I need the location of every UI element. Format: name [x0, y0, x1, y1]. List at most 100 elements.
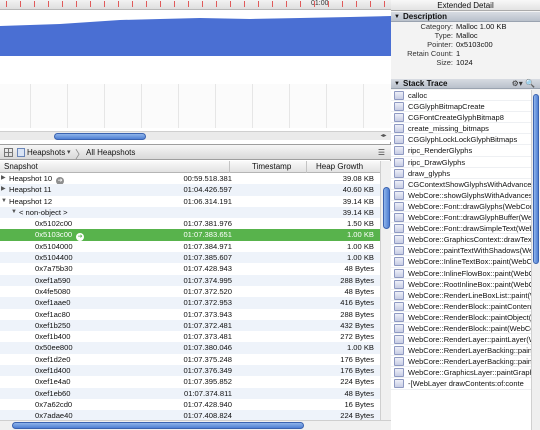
table-row[interactable]: 0x5104400 01:07.385.607 1.00 KB	[0, 252, 380, 264]
stack-frame[interactable]: WebCore::Font::drawGlyphs(WebCor	[391, 201, 531, 213]
timeline-horizontal-scrollbar[interactable]	[0, 131, 376, 140]
table-row[interactable]: 0xef1e4a0 01:07.395.852 224 Bytes	[0, 376, 380, 387]
stack-frame[interactable]: WebCore::RenderLayerBacking::paint	[391, 356, 531, 368]
table-row[interactable]: 0x7a75b30 01:07.428.943 48 Bytes	[0, 263, 380, 274]
table-hscroll-thumb[interactable]	[12, 422, 304, 429]
stack-frame-symbol: CGFontCreateGlyphBitmap8	[408, 113, 504, 123]
library-frame-icon	[394, 113, 404, 123]
allocation-graph[interactable]	[0, 10, 391, 56]
description-key: Retain Count:	[407, 49, 453, 58]
stack-frame[interactable]: CGGlyphLockLockGlyphBitmaps	[391, 134, 531, 146]
table-row[interactable]: 0xef1eb60 01:07.374.811 48 Bytes	[0, 387, 380, 399]
stack-trace-tools-icon[interactable]: ⚙▾ 🔍	[512, 79, 535, 89]
stack-frame[interactable]: WebCore::GraphicsLayer::paintGraph	[391, 367, 531, 379]
list-options-icon[interactable]: ☰	[378, 148, 385, 157]
table-row[interactable]: 0xef1a590 01:07.374.995 288 Bytes	[0, 274, 380, 286]
table-row[interactable]: 0xef1b250 01:07.372.481 432 Bytes	[0, 319, 380, 332]
stack-frame[interactable]: calloc	[391, 90, 531, 102]
stack-frame[interactable]: WebCore::RenderBlock::paint(WebCor	[391, 323, 531, 335]
stack-frame[interactable]: WebCore::RenderLineBoxList::paint(W	[391, 290, 531, 301]
stack-frame[interactable]: WebCore::paintTextWithShadows(We	[391, 245, 531, 257]
disclosure-triangle-icon[interactable]: ▼	[394, 12, 400, 22]
stack-frame[interactable]: ripc_RenderGlyphs	[391, 145, 531, 157]
stack-frame[interactable]: WebCore::RenderBlock::paintObject(	[391, 312, 531, 323]
timeline-track[interactable]: 01:00 ◂▸	[0, 0, 391, 142]
table-row[interactable]: 0xef1b400 01:07.373.481 272 Bytes	[0, 331, 380, 342]
stack-frame[interactable]: WebCore::showGlyphsWithAdvances	[391, 190, 531, 201]
table-row[interactable]: 0xef1d2e0 01:07.375.248 176 Bytes	[0, 354, 380, 365]
table-horizontal-scrollbar[interactable]	[0, 420, 391, 430]
time-ruler[interactable]: 01:00	[0, 0, 391, 10]
table-row[interactable]: 0x50ee800 01:07.380.046 1.00 KB	[0, 342, 380, 354]
row-snapshot-name: 0xef1e4a0	[35, 377, 71, 387]
stack-frame-symbol: create_missing_bitmaps	[408, 124, 489, 134]
stack-frame-symbol: WebCore::RenderLineBoxList::paint(W	[408, 290, 531, 300]
description-fields: Category: Malloc 1.00 KB Type: Malloc Pointe…	[391, 22, 540, 67]
stack-frame[interactable]: WebCore::RenderLayer::paintLayer(W	[391, 334, 531, 346]
stack-frame[interactable]: -[WebLayer drawContents:of:conte	[391, 378, 531, 390]
stack-frame[interactable]: WebCore::RenderLayerBacking::paint	[391, 345, 531, 357]
heapshot-table-body: ▶ Heapshot 10 ➜ 00:59.518.381 39.08 KB ▶ Heaps…	[0, 173, 380, 420]
stack-frame[interactable]: WebCore::GraphicsContext::drawText	[391, 234, 531, 246]
stack-frame[interactable]: WebCore::InlineFlowBox::paint(WebC	[391, 268, 531, 279]
table-row[interactable]: ▼ Heapshot 12 01:06.314.191 39.14 KB	[0, 196, 380, 207]
description-value: Malloc 1.00 KB	[456, 22, 507, 31]
column-header-snapshot[interactable]: Snapshot	[4, 162, 38, 171]
row-heap-growth: 432 Bytes	[340, 320, 374, 330]
table-row[interactable]: 0x7a62cd0 01:07.428.940 16 Bytes	[0, 399, 380, 410]
jumpbar-all-heapshots-item[interactable]: All Heapshots	[86, 148, 135, 157]
stack-frame[interactable]: CGContextShowGlyphsWithAdvances	[391, 179, 531, 190]
table-row[interactable]: 0x5102c00 01:07.381.976 1.50 KB	[0, 218, 380, 229]
column-header-heap-growth[interactable]: Heap Growth	[316, 162, 363, 171]
jumpbar-heapshots-item[interactable]: Heapshots	[27, 148, 65, 157]
table-row[interactable]: 0xef1aae0 01:07.372.953 416 Bytes	[0, 297, 380, 309]
table-row[interactable]: 0x7adae40 01:07.408.824 224 Bytes	[0, 410, 380, 420]
library-frame-icon	[394, 346, 404, 356]
column-divider[interactable]	[306, 161, 307, 173]
grid-view-icon[interactable]	[4, 148, 13, 157]
table-row[interactable]: ▼ < non-object > 39.14 KB	[0, 206, 380, 219]
disclosure-triangle-icon[interactable]: ▼	[11, 207, 17, 218]
stack-frame-symbol: WebCore::RenderLayerBacking::paint	[408, 346, 531, 356]
ruler-tick	[160, 1, 161, 7]
table-row[interactable]: ▶ Heapshot 11 01:04.426.597 40.60 KB	[0, 184, 380, 196]
stack-frame[interactable]: CGGlyphBitmapCreate	[391, 101, 531, 113]
timeline-scroll-thumb[interactable]	[54, 133, 146, 140]
column-header-timestamp[interactable]: Timestamp	[252, 162, 291, 171]
row-snapshot-name: Heapshot 12	[9, 196, 53, 206]
table-row[interactable]: ▶ Heapshot 10 ➜ 00:59.518.381 39.08 KB	[0, 173, 380, 185]
timeline-scroll-arrows[interactable]: ◂▸	[376, 131, 391, 140]
stack-frame[interactable]: WebCore::RenderBlock::paintContent	[391, 301, 531, 312]
stack-frame[interactable]: CGFontCreateGlyphBitmap8	[391, 112, 531, 124]
table-row[interactable]: 0x4fe5080 01:07.372.520 48 Bytes	[0, 286, 380, 297]
row-heap-growth: 1.50 KB	[346, 219, 374, 229]
stack-trace-section-header[interactable]: ▼ Stack Trace ⚙▾ 🔍	[391, 79, 540, 89]
stack-trace-scrollbar[interactable]	[531, 90, 540, 430]
disclosure-triangle-icon[interactable]: ▼	[1, 196, 7, 207]
stack-frame[interactable]: create_missing_bitmaps	[391, 123, 531, 135]
description-section-header[interactable]: ▼ Description	[391, 12, 540, 22]
stack-frame[interactable]: ripc_DrawGlyphs	[391, 157, 531, 168]
table-scroll-thumb[interactable]	[383, 187, 390, 229]
stack-frame[interactable]: WebCore::Font::drawGlyphBuffer(We	[391, 212, 531, 224]
row-timestamp: 01:07.395.852	[183, 377, 232, 387]
disclosure-triangle-icon[interactable]: ▶	[1, 173, 6, 184]
table-vertical-scrollbar[interactable]	[380, 161, 391, 420]
column-divider[interactable]	[229, 161, 230, 173]
disclosure-triangle-icon[interactable]: ▶	[1, 184, 6, 195]
stack-frame-symbol: WebCore::RenderBlock::paintContent	[408, 301, 531, 311]
stack-frame[interactable]: WebCore::InlineTextBox::paint(WebC	[391, 256, 531, 268]
table-row[interactable]: 0xef1ac80 01:07.373.943 288 Bytes	[0, 309, 380, 320]
library-frame-icon	[394, 168, 404, 178]
disclosure-triangle-icon[interactable]: ▼	[394, 79, 400, 89]
stack-frame[interactable]: WebCore::Font::drawSimpleText(Web	[391, 223, 531, 235]
row-snapshot-name: Heapshot 10 ➜	[9, 174, 65, 185]
stack-frame[interactable]: draw_glyphs	[391, 168, 531, 179]
table-row-selected[interactable]: 0x5103c00 ➜ 01:07.383.651 1.00 KB	[0, 229, 380, 242]
stack-trace-scroll-thumb[interactable]	[533, 94, 539, 264]
table-row[interactable]: 0xef1d400 01:07.376.349 176 Bytes	[0, 365, 380, 377]
table-row[interactable]: 0x5104000 01:07.384.971 1.00 KB	[0, 241, 380, 252]
stack-frame[interactable]: WebCore::RootInlineBox::paint(WebC	[391, 279, 531, 290]
stack-frame-symbol: CGContextShowGlyphsWithAdvances	[408, 179, 531, 189]
chevron-down-icon[interactable]: ▾	[67, 148, 71, 156]
